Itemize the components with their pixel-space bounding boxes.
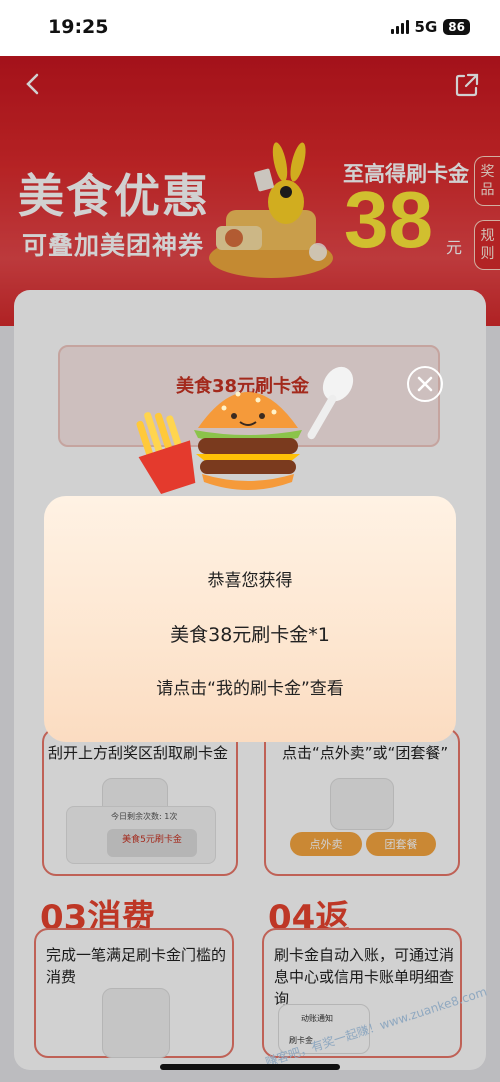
- close-icon: [417, 376, 433, 392]
- battery-icon: 86: [443, 19, 470, 35]
- popup-line-hint: 请点击“我的刷卡金”查看: [156, 679, 344, 699]
- popup-line-congrats: 恭喜您获得: [207, 571, 293, 591]
- close-button[interactable]: [407, 366, 443, 402]
- signal-icon: [390, 20, 409, 34]
- status-bar: 19:25 5G 86: [0, 0, 500, 56]
- home-indicator: [160, 1064, 340, 1070]
- reward-popup: [44, 496, 456, 742]
- status-indicators: 5G 86: [390, 18, 470, 36]
- burger-icon: [136, 366, 354, 494]
- popup-line-reward: 美食38元刷卡金*1: [170, 624, 330, 646]
- network-label: 5G: [414, 18, 438, 36]
- status-time: 19:25: [48, 16, 109, 38]
